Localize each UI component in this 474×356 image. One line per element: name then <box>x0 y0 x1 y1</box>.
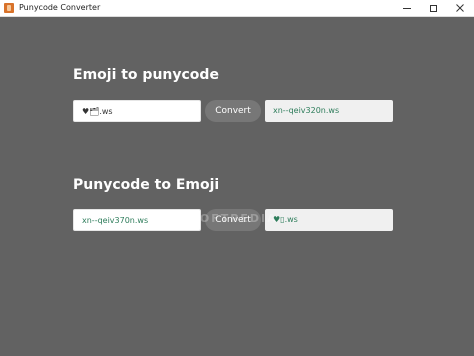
minimize-button[interactable] <box>394 0 420 16</box>
app-icon <box>4 3 14 13</box>
convert-emoji-button[interactable]: Convert <box>205 100 261 122</box>
minimize-icon <box>403 7 411 9</box>
emoji-output[interactable]: ♥▯.ws <box>265 209 393 231</box>
emoji-to-punycode-heading: Emoji to punycode <box>73 67 219 83</box>
close-button[interactable] <box>446 0 474 16</box>
punycode-output[interactable]: xn--qeiv320n.ws <box>265 100 393 122</box>
maximize-icon <box>429 4 437 12</box>
punycode-to-emoji-heading: Punycode to Emoji <box>73 177 220 193</box>
close-icon <box>456 4 464 12</box>
emoji-input[interactable]: ♥🗂.ws <box>73 100 201 122</box>
window-title: Punycode Converter <box>19 3 101 12</box>
maximize-button[interactable] <box>420 0 446 16</box>
convert-punycode-button[interactable]: Convert <box>205 209 261 231</box>
punycode-input[interactable]: xn--qeiv370n.ws <box>73 209 201 231</box>
title-bar: Punycode Converter <box>0 0 474 17</box>
